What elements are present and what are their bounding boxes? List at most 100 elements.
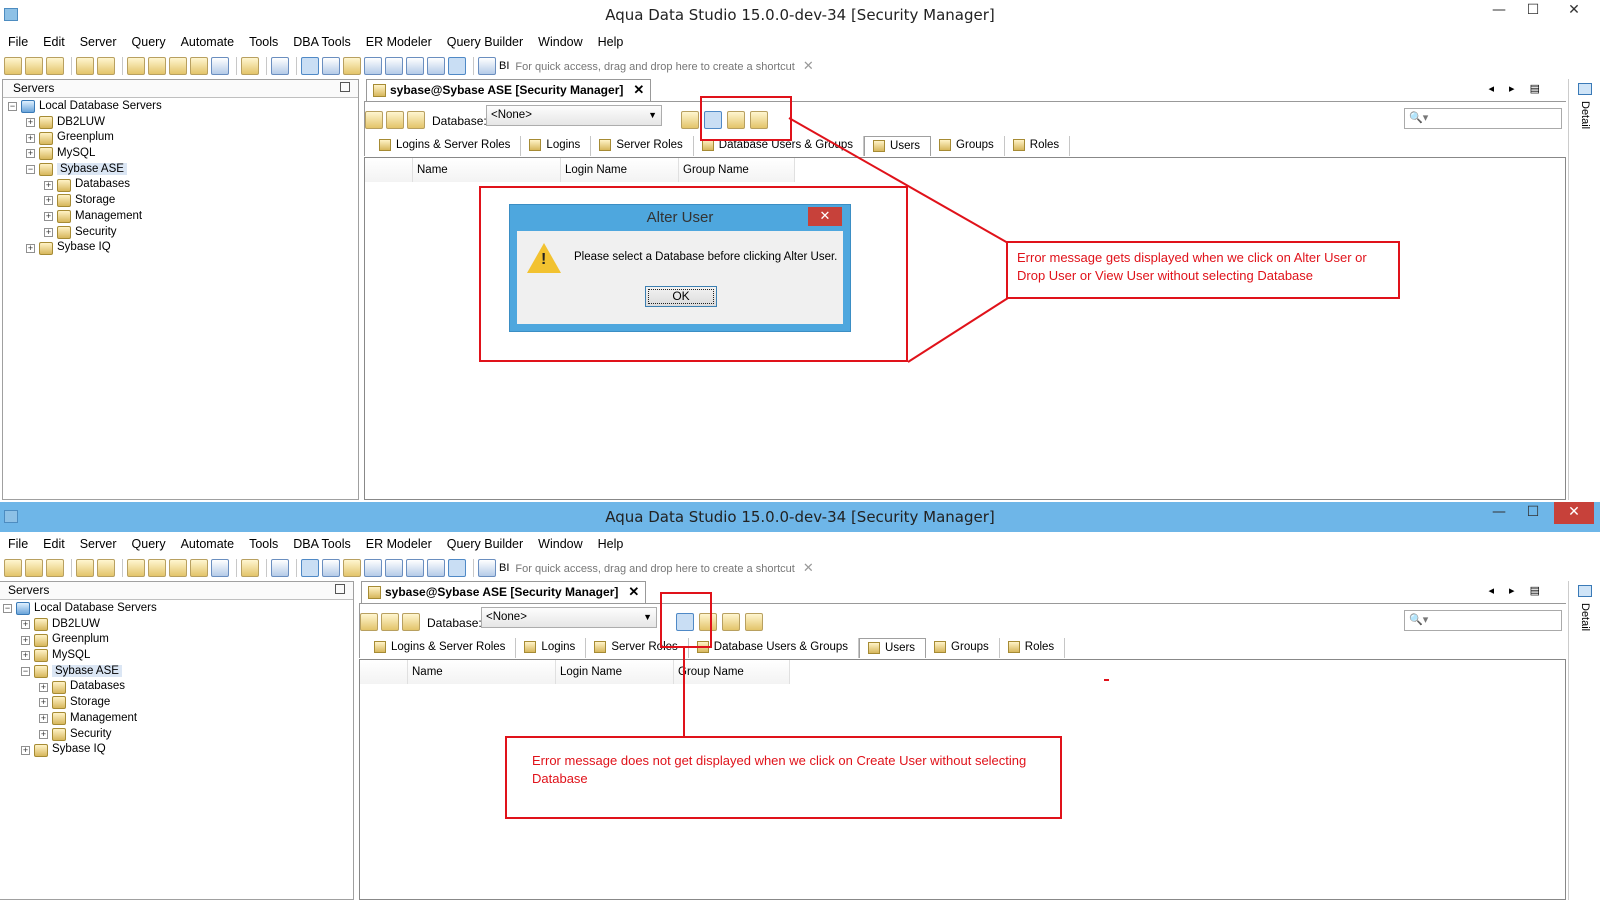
layout-icon[interactable]: [343, 559, 361, 577]
menu-tools[interactable]: Tools: [241, 535, 285, 551]
menu-tools[interactable]: Tools: [241, 33, 285, 49]
tool-icon[interactable]: [76, 559, 94, 577]
tree-node-sybase-ase[interactable]: − Sybase ASE: [0, 664, 353, 680]
query-window-icon[interactable]: [169, 57, 187, 75]
query-window-icon[interactable]: [211, 559, 229, 577]
minimize-button[interactable]: —: [1482, 502, 1516, 524]
layout-icon[interactable]: [343, 57, 361, 75]
tree-node-databases[interactable]: + Databases: [0, 679, 353, 695]
tab-groups[interactable]: Groups: [926, 638, 1000, 658]
tab-roles[interactable]: Roles: [1000, 638, 1066, 658]
search-input[interactable]: 🔍▾: [1404, 610, 1562, 631]
close-button[interactable]: ✕: [1554, 502, 1594, 524]
tree-node-sybase-iq[interactable]: + Sybase IQ: [3, 240, 358, 256]
layout-icon[interactable]: [301, 57, 319, 75]
layout-icon[interactable]: [322, 57, 340, 75]
register-server-icon[interactable]: [25, 57, 43, 75]
tree-node-management[interactable]: + Management: [3, 209, 358, 225]
tree-node-security[interactable]: + Security: [0, 727, 353, 743]
tree-node-greenplum[interactable]: + Greenplum: [3, 130, 358, 146]
expand-icon[interactable]: +: [21, 620, 30, 630]
tool-icon[interactable]: [97, 57, 115, 75]
menu-query[interactable]: Query: [124, 535, 173, 551]
column-header-blank[interactable]: [365, 158, 413, 182]
create-user-icon[interactable]: [681, 111, 699, 129]
bi-label[interactable]: BI: [499, 60, 509, 72]
close-icon[interactable]: ✕: [803, 58, 814, 73]
security-manager-tab[interactable]: sybase@Sybase ASE [Security Manager] ✕: [361, 581, 647, 603]
maximize-button[interactable]: ☐: [1516, 0, 1550, 22]
print-icon[interactable]: [271, 559, 289, 577]
tree-node-management[interactable]: + Management: [0, 711, 353, 727]
tab-database-users-groups[interactable]: Database Users & Groups: [694, 136, 865, 156]
query-window-icon[interactable]: [148, 57, 166, 75]
refresh-icon[interactable]: [360, 613, 378, 631]
layout-icon[interactable]: [427, 57, 445, 75]
ok-button[interactable]: OK: [645, 286, 717, 307]
close-button[interactable]: ✕: [1554, 0, 1594, 22]
view-user-icon[interactable]: [745, 613, 763, 631]
bi-label[interactable]: BI: [499, 562, 509, 574]
bi-icon[interactable]: [478, 57, 496, 75]
tree-node-sybase-iq[interactable]: + Sybase IQ: [0, 742, 353, 758]
layout-icon[interactable]: [301, 559, 319, 577]
column-header-login-name[interactable]: Login Name: [561, 158, 679, 182]
layout-icon[interactable]: [385, 57, 403, 75]
menu-dba-tools[interactable]: DBA Tools: [285, 33, 357, 49]
column-header-login-name[interactable]: Login Name: [556, 660, 674, 684]
menu-edit[interactable]: Edit: [35, 33, 72, 49]
layout-icon[interactable]: [385, 559, 403, 577]
collapse-icon[interactable]: −: [21, 667, 30, 677]
query-window-icon[interactable]: [190, 559, 208, 577]
dialog-close-button[interactable]: ✕: [808, 207, 842, 226]
connect-icon[interactable]: [46, 57, 64, 75]
alter-user-icon[interactable]: [704, 111, 722, 129]
tab-server-roles[interactable]: Server Roles: [586, 638, 689, 658]
menu-query-builder[interactable]: Query Builder: [439, 535, 530, 551]
tool-icon[interactable]: [97, 559, 115, 577]
expand-icon[interactable]: +: [21, 635, 30, 645]
menu-query[interactable]: Query: [124, 33, 173, 49]
tab-navigation-icons[interactable]: ◂ ▸ ▤: [1488, 584, 1546, 597]
query-window-icon[interactable]: [148, 559, 166, 577]
tab-server-roles[interactable]: Server Roles: [591, 136, 694, 156]
tool-icon[interactable]: [76, 57, 94, 75]
layout-icon[interactable]: [448, 57, 466, 75]
query-window-icon[interactable]: [190, 57, 208, 75]
menu-automate[interactable]: Automate: [173, 33, 242, 49]
drop-user-icon[interactable]: [722, 613, 740, 631]
tab-logins-server-roles[interactable]: Logins & Server Roles: [371, 136, 522, 156]
new-icon[interactable]: [4, 57, 22, 75]
menu-window[interactable]: Window: [530, 33, 589, 49]
column-header-name[interactable]: Name: [408, 660, 556, 684]
expand-icon[interactable]: +: [44, 212, 53, 222]
register-server-icon[interactable]: [25, 559, 43, 577]
menu-help[interactable]: Help: [590, 535, 631, 551]
tab-users[interactable]: Users: [859, 638, 927, 658]
print-icon[interactable]: [271, 57, 289, 75]
tools-icon[interactable]: [386, 111, 404, 129]
tree-node-databases[interactable]: + Databases: [3, 177, 358, 193]
expand-icon[interactable]: +: [44, 227, 53, 237]
connect-icon[interactable]: [46, 559, 64, 577]
refresh-icon[interactable]: [365, 111, 383, 129]
layout-icon[interactable]: [364, 559, 382, 577]
menu-query-builder[interactable]: Query Builder: [439, 33, 530, 49]
menu-server[interactable]: Server: [72, 33, 124, 49]
collapse-icon[interactable]: −: [8, 102, 17, 112]
close-icon[interactable]: ✕: [633, 82, 644, 97]
maximize-button[interactable]: ☐: [1516, 502, 1550, 524]
tab-groups[interactable]: Groups: [931, 136, 1005, 156]
tab-logins[interactable]: Logins: [521, 136, 592, 156]
close-icon[interactable]: ✕: [628, 584, 639, 599]
column-header-name[interactable]: Name: [413, 158, 561, 182]
tree-node-mysql[interactable]: + MySQL: [0, 648, 353, 664]
minimize-button[interactable]: —: [1482, 0, 1516, 22]
collapse-icon[interactable]: −: [3, 604, 12, 614]
expand-icon[interactable]: +: [21, 651, 30, 661]
tab-navigation-icons[interactable]: ◂ ▸ ▤: [1488, 82, 1546, 95]
tab-users[interactable]: Users: [864, 136, 932, 156]
expand-icon[interactable]: +: [39, 729, 48, 739]
tree-node-sybase-ase[interactable]: − Sybase ASE: [3, 162, 358, 178]
security-manager-tab[interactable]: sybase@Sybase ASE [Security Manager] ✕: [366, 79, 652, 101]
